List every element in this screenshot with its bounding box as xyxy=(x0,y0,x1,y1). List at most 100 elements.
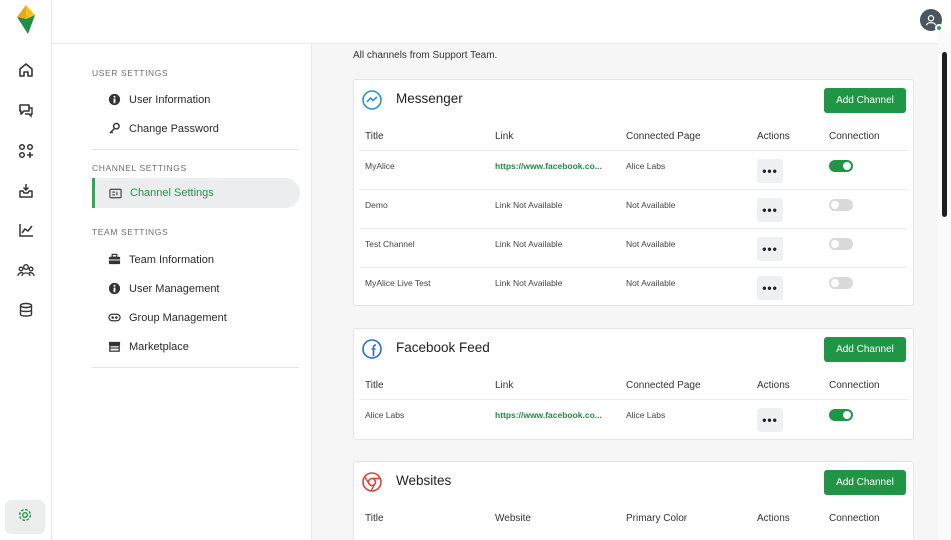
facebook-icon xyxy=(361,338,383,360)
inbox-icon[interactable] xyxy=(12,177,40,205)
row-actions-button[interactable]: ••• xyxy=(757,198,783,222)
user-settings-heading: USER SETTINGS xyxy=(92,68,169,78)
row-link: Link Not Available xyxy=(495,200,563,210)
add-channel-button[interactable]: Add Channel xyxy=(824,88,906,113)
app-logo[interactable] xyxy=(13,5,39,35)
column-header-actions: Actions xyxy=(757,513,790,524)
card-title: Websites xyxy=(396,473,452,488)
toggle-knob xyxy=(831,279,839,287)
connection-toggle[interactable] xyxy=(829,160,853,172)
sidebar-item-label: Marketplace xyxy=(129,340,189,353)
left-rail xyxy=(0,0,52,540)
column-header-connected-page: Connected Page xyxy=(626,131,701,142)
connection-toggle[interactable] xyxy=(829,409,853,421)
key-icon xyxy=(107,122,121,136)
sidebar-item-label: Channel Settings xyxy=(130,187,214,199)
column-header-link: Link xyxy=(495,380,514,391)
websites-card: Websites Add Channel Title Website Prima… xyxy=(353,461,914,540)
column-header-actions: Actions xyxy=(757,380,790,391)
sidebar-item-marketplace[interactable]: Marketplace xyxy=(92,332,299,361)
sidebar-item-channel-settings[interactable]: Channel Settings xyxy=(92,178,300,208)
top-bar xyxy=(52,0,951,44)
gear-icon xyxy=(17,507,33,528)
row-connected-page: Not Available xyxy=(626,278,676,288)
row-title: Alice Labs xyxy=(365,410,405,420)
row-divider xyxy=(359,267,908,268)
column-header-title: Title xyxy=(365,131,384,142)
row-link: Link Not Available xyxy=(495,278,563,288)
column-header-connection: Connection xyxy=(829,131,880,142)
settings-rail-button[interactable] xyxy=(5,500,45,534)
connection-toggle[interactable] xyxy=(829,238,853,250)
add-channel-button[interactable]: Add Channel xyxy=(824,470,906,495)
user-avatar[interactable] xyxy=(920,9,943,32)
team-settings-heading: TEAM SETTINGS xyxy=(92,227,169,237)
row-title: MyAlice Live Test xyxy=(365,278,431,288)
facebook-feed-card: Facebook Feed Add Channel Title Link Con… xyxy=(353,328,914,440)
settings-sidebar: USER SETTINGS User Information Change Pa… xyxy=(52,44,312,540)
connection-toggle[interactable] xyxy=(829,277,853,289)
row-actions-button[interactable]: ••• xyxy=(757,159,783,183)
connection-toggle[interactable] xyxy=(829,199,853,211)
column-header-link: Link xyxy=(495,131,514,142)
row-title: MyAlice xyxy=(365,161,395,171)
sidebar-item-user-information[interactable]: User Information xyxy=(92,85,299,114)
row-actions-button[interactable]: ••• xyxy=(757,237,783,261)
row-connected-page: Not Available xyxy=(626,239,676,249)
row-divider xyxy=(359,399,908,400)
row-actions-button[interactable]: ••• xyxy=(757,408,783,432)
channel-settings-heading: CHANNEL SETTINGS xyxy=(92,163,187,173)
sidebar-item-label: User Information xyxy=(129,93,211,106)
home-icon[interactable] xyxy=(12,56,40,84)
apps-icon[interactable] xyxy=(12,137,40,165)
database-icon[interactable] xyxy=(12,296,40,324)
row-actions-button[interactable]: ••• xyxy=(757,276,783,300)
column-header-primary-color: Primary Color xyxy=(626,513,688,524)
messenger-icon xyxy=(361,89,383,111)
sidebar-divider xyxy=(92,149,299,150)
main-content: All channels from Support Team. Messenge… xyxy=(312,44,938,540)
channel-icon xyxy=(108,186,122,200)
channels-intro: All channels from Support Team. xyxy=(353,50,498,61)
user-info-icon xyxy=(107,93,121,107)
sidebar-item-user-management[interactable]: User Management xyxy=(92,274,299,303)
scrollbar-thumb[interactable] xyxy=(942,52,947,217)
website-icon xyxy=(361,471,383,493)
sidebar-item-label: Team Information xyxy=(129,253,214,266)
card-title: Messenger xyxy=(396,91,463,106)
team-icon[interactable] xyxy=(12,256,40,284)
user-management-icon xyxy=(107,282,121,296)
group-icon xyxy=(107,311,121,325)
sidebar-divider xyxy=(92,367,299,368)
sidebar-item-label: Change Password xyxy=(129,122,219,135)
column-header-website: Website xyxy=(495,513,531,524)
card-title: Facebook Feed xyxy=(396,340,490,355)
row-link: Link Not Available xyxy=(495,239,563,249)
column-header-title: Title xyxy=(365,513,384,524)
row-divider xyxy=(359,150,908,151)
analytics-icon[interactable] xyxy=(12,216,40,244)
store-icon xyxy=(107,340,121,354)
column-header-connection: Connection xyxy=(829,513,880,524)
column-header-connected-page: Connected Page xyxy=(626,380,701,391)
add-channel-button[interactable]: Add Channel xyxy=(824,337,906,362)
row-connected-page: Alice Labs xyxy=(626,161,666,171)
page-scrollbar[interactable] xyxy=(938,30,951,540)
row-title: Test Channel xyxy=(365,239,415,249)
toggle-knob xyxy=(831,240,839,248)
row-divider xyxy=(359,228,908,229)
row-link[interactable]: https://www.facebook.co... xyxy=(495,410,602,420)
row-connected-page: Alice Labs xyxy=(626,410,666,420)
sidebar-item-team-information[interactable]: Team Information xyxy=(92,245,299,274)
toggle-knob xyxy=(831,201,839,209)
column-header-actions: Actions xyxy=(757,131,790,142)
messenger-card: Messenger Add Channel Title Link Connect… xyxy=(353,79,914,306)
chat-icon[interactable] xyxy=(12,96,40,124)
row-link[interactable]: https://www.facebook.co... xyxy=(495,161,602,171)
row-divider xyxy=(359,189,908,190)
row-connected-page: Not Available xyxy=(626,200,676,210)
sidebar-item-change-password[interactable]: Change Password xyxy=(92,114,299,143)
toggle-knob xyxy=(843,411,851,419)
row-title: Demo xyxy=(365,200,388,210)
sidebar-item-group-management[interactable]: Group Management xyxy=(92,303,299,332)
